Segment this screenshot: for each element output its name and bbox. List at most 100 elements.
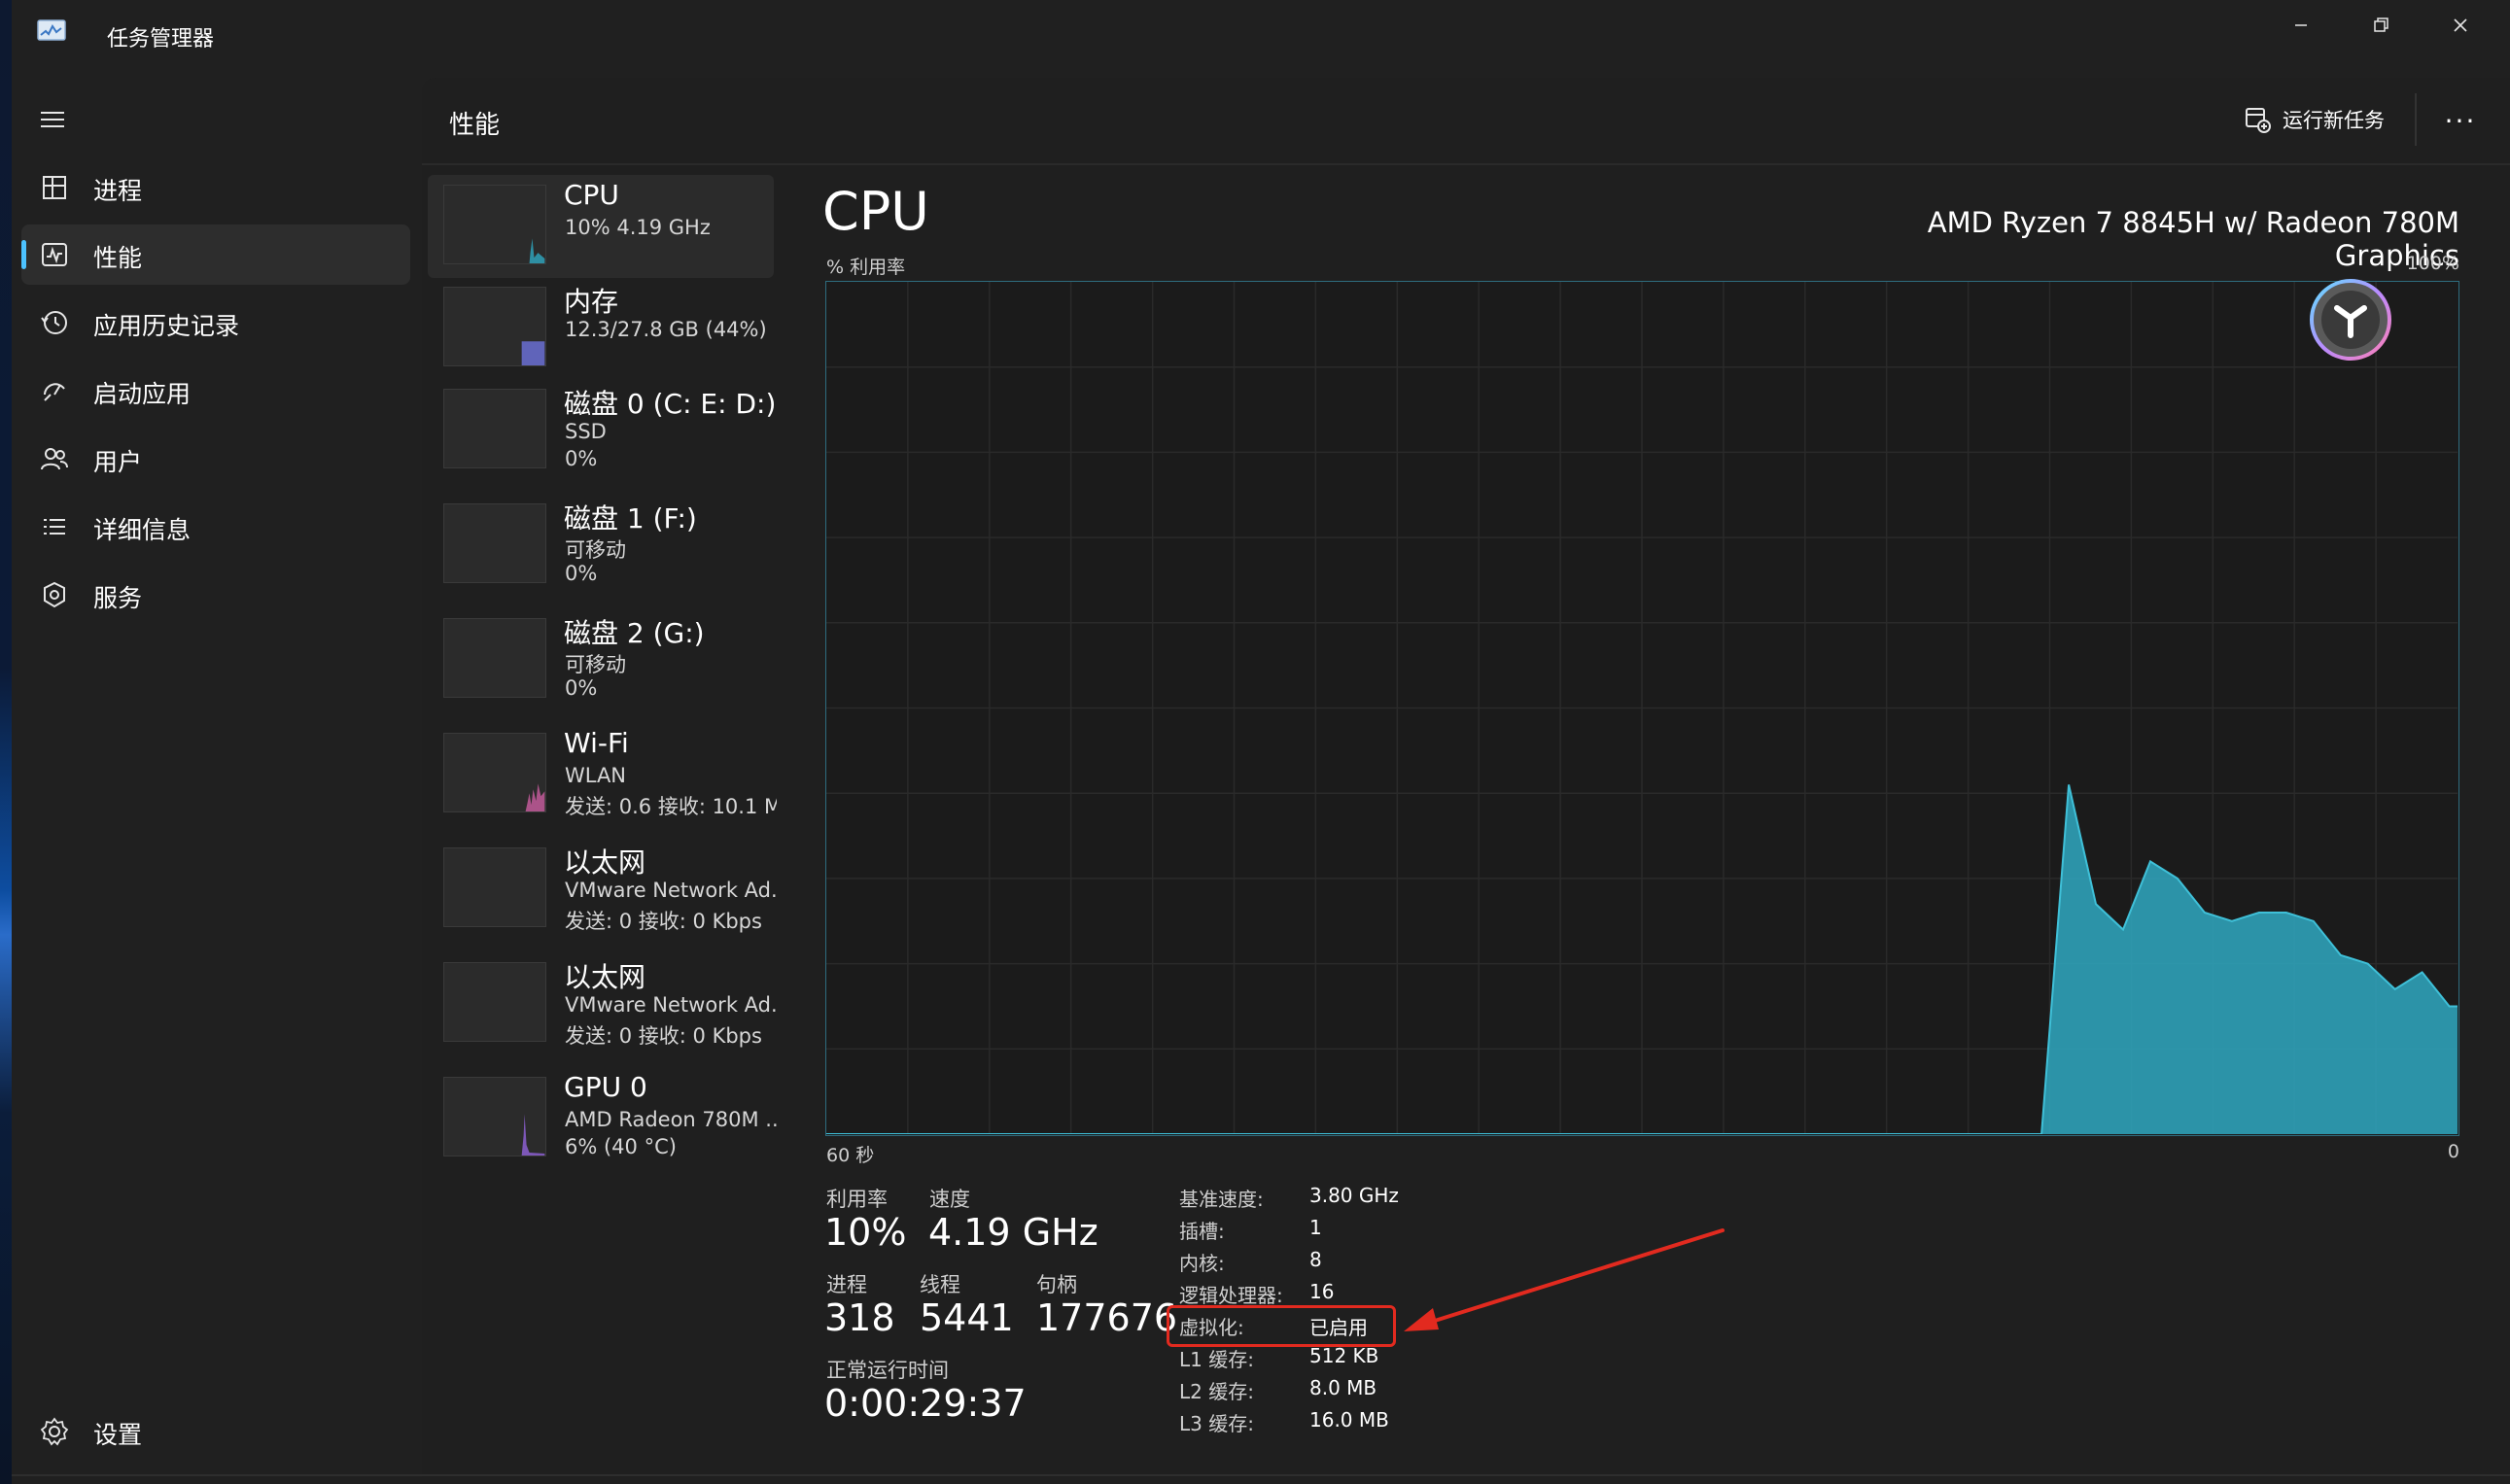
device-item[interactable]: GPU 0 AMD Radeon 780M ... 6% (40 °C) — [428, 1067, 777, 1170]
device-thumbnail-chart — [443, 185, 546, 264]
details-icon — [44, 519, 65, 535]
restore-icon — [2374, 17, 2388, 32]
floating-assistant-icon[interactable] — [2308, 277, 2393, 362]
spec-label: L1 缓存: — [1179, 1348, 1254, 1371]
assistant-logo-icon — [2310, 279, 2391, 361]
cpu-utilization-graph — [825, 281, 2459, 1136]
device-detail-line1: VMware Network Ad... — [565, 993, 777, 1017]
title-bar[interactable] — [12, 0, 2510, 76]
services-icon — [44, 581, 65, 608]
spec-value: 3.80 GHz — [1309, 1184, 1399, 1207]
nav-item-services[interactable]: 服务 — [21, 565, 410, 625]
nav-item-performance[interactable]: 性能 — [21, 224, 410, 285]
uptime-value: 0:00:29:37 — [824, 1382, 1027, 1425]
spec-value: 16 — [1309, 1280, 1335, 1303]
device-detail-line1: AMD Radeon 780M ... — [565, 1108, 777, 1131]
device-detail-line2: 发送: 0 接收: 0 Kbps — [565, 1024, 762, 1048]
handles-value: 177676 — [1036, 1296, 1178, 1339]
virtualization-highlight-box — [1167, 1305, 1396, 1347]
processes-value: 318 — [824, 1296, 895, 1339]
page-title: 性能 — [449, 111, 501, 140]
speed-value: 4.19 GHz — [928, 1211, 1098, 1254]
device-detail-line2: 6% (40 °C) — [565, 1135, 677, 1158]
device-thumbnail-graph — [444, 341, 545, 365]
performance-icon — [42, 243, 67, 266]
device-item[interactable]: Wi-Fi WLAN 发送: 0.6 接收: 10.1 Ml — [428, 723, 777, 826]
utilization-value: 10% — [824, 1211, 907, 1254]
nav-item-details[interactable]: 详细信息 — [21, 497, 410, 557]
nav-label-app-history: 应用历史记录 — [93, 312, 240, 340]
bottom-border — [12, 1474, 2510, 1476]
device-name: 磁盘 0 (C: E: D:) — [564, 388, 777, 420]
device-name: 以太网 — [564, 961, 646, 993]
spec-label: L2 缓存: — [1179, 1380, 1254, 1403]
device-thumbnail-chart — [443, 733, 546, 812]
spec-value: 8.0 MB — [1309, 1376, 1377, 1399]
run-task-icon — [2246, 108, 2271, 133]
device-detail-line2: 发送: 0.6 接收: 10.1 Ml — [565, 795, 777, 818]
nav-item-settings[interactable]: 设置 — [21, 1401, 410, 1462]
device-item[interactable]: 以太网 VMware Network Ad... 发送: 0 接收: 0 Kbps — [428, 838, 777, 941]
spec-value: 1 — [1309, 1216, 1322, 1239]
nav-label-startup: 启动应用 — [93, 380, 192, 408]
nav-item-processes[interactable]: 进程 — [21, 157, 410, 218]
device-thumbnail-chart — [443, 1077, 546, 1156]
device-detail-line1: WLAN — [565, 764, 627, 787]
processes-label: 进程 — [826, 1273, 867, 1296]
more-options-button[interactable]: ··· — [2430, 101, 2491, 140]
speed-label: 速度 — [929, 1188, 970, 1211]
minimize-button[interactable] — [2263, 6, 2339, 45]
window-title: 任务管理器 — [107, 27, 215, 52]
spec-value: 8 — [1309, 1248, 1322, 1271]
annotation-arrow — [1404, 1228, 1725, 1331]
threads-label: 线程 — [920, 1273, 960, 1296]
cpu-title: CPU — [822, 181, 929, 242]
run-new-task-button[interactable]: 运行新任务 — [2242, 99, 2385, 140]
restore-button[interactable] — [2343, 6, 2419, 45]
close-icon — [2454, 18, 2467, 32]
hamburger-icon — [41, 112, 64, 127]
nav-item-startup[interactable]: 启动应用 — [21, 361, 410, 421]
spec-value: 16.0 MB — [1309, 1408, 1389, 1432]
device-thumbnail-graph — [444, 1114, 545, 1156]
device-thumbnail-chart — [443, 389, 546, 468]
device-item[interactable]: 内存 12.3/27.8 GB (44%) — [428, 277, 774, 380]
close-button[interactable] — [2423, 6, 2498, 45]
device-name: 磁盘 1 (F:) — [564, 502, 697, 535]
task-manager-app-icon — [37, 19, 66, 41]
spec-label: 插槽: — [1179, 1220, 1225, 1243]
uptime-label: 正常运行时间 — [826, 1359, 949, 1382]
nav-label-performance: 性能 — [93, 244, 143, 272]
device-thumbnail-chart — [443, 287, 546, 366]
more-options-icon: ··· — [2444, 104, 2477, 137]
device-item[interactable]: 磁盘 1 (F:) 可移动 0% — [428, 494, 774, 597]
device-item[interactable]: CPU 10% 4.19 GHz — [428, 175, 774, 278]
hamburger-menu-button[interactable] — [29, 97, 84, 144]
device-item[interactable]: 磁盘 0 (C: E: D:) SSD 0% — [428, 379, 777, 482]
nav-item-users[interactable]: 用户 — [21, 429, 410, 489]
handles-label: 句柄 — [1036, 1273, 1077, 1296]
device-name: 内存 — [564, 286, 619, 318]
device-item[interactable]: 磁盘 2 (G:) 可移动 0% — [428, 608, 774, 711]
device-thumbnail-area — [444, 1114, 545, 1156]
nav-label-settings: 设置 — [93, 1421, 143, 1449]
spec-label: L3 缓存: — [1179, 1412, 1254, 1435]
device-name: 以太网 — [564, 846, 646, 879]
minimize-icon — [2295, 24, 2307, 26]
device-name: Wi-Fi — [564, 727, 629, 759]
device-item[interactable]: 以太网 VMware Network Ad... 发送: 0 接收: 0 Kbps — [428, 952, 777, 1055]
nav-label-services: 服务 — [93, 584, 143, 612]
processes-icon — [43, 176, 66, 199]
device-thumbnail-chart — [443, 962, 546, 1042]
spec-label: 内核: — [1179, 1252, 1225, 1275]
gear-icon — [40, 1417, 69, 1446]
device-detail-line1: VMware Network Ad... — [565, 879, 777, 902]
device-name: GPU 0 — [564, 1071, 647, 1103]
device-name: 磁盘 2 (G:) — [564, 617, 705, 649]
utilization-max-label: 100% — [2406, 253, 2459, 274]
nav-item-app-history[interactable]: 应用历史记录 — [21, 293, 410, 353]
utilization-label: 利用率 — [826, 1188, 888, 1211]
device-detail-line1: 可移动 — [565, 653, 626, 676]
device-thumbnail-area — [444, 783, 545, 811]
spec-label: 逻辑处理器: — [1179, 1284, 1283, 1307]
